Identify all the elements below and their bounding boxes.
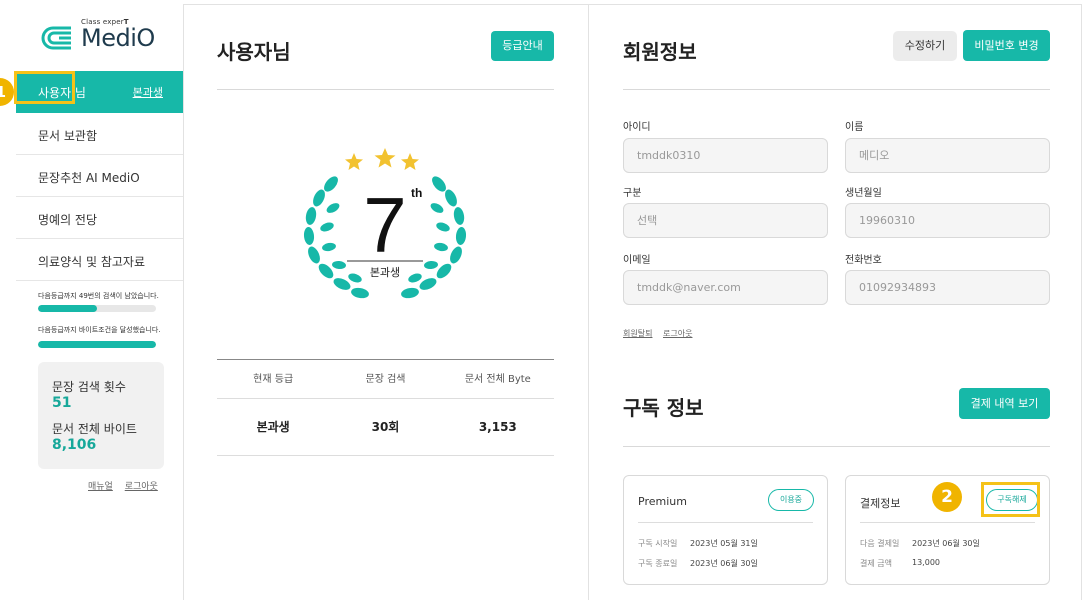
category-select[interactable]: 선택 xyxy=(623,203,828,238)
divider xyxy=(217,89,554,90)
bytes-label: 문서 전체 바이트 xyxy=(52,422,137,436)
birth-field[interactable]: 19960310 xyxy=(845,203,1050,238)
birth-label: 생년월일 xyxy=(845,188,882,199)
search-count-value: 51 xyxy=(52,395,72,411)
bytes-value: 8,106 xyxy=(52,437,97,453)
sidebar-links: 매뉴얼 로그아웃 xyxy=(88,479,158,492)
laurel-left-icon xyxy=(303,176,369,299)
divider xyxy=(638,522,813,523)
emblem-suffix: th xyxy=(411,186,422,200)
sidebar-item-label: 의료양식 및 참고자료 xyxy=(38,255,145,269)
id-field[interactable]: tmddk0310 xyxy=(623,138,828,173)
search-progress-label: 다음등급까지 49번의 검색이 남았습니다. xyxy=(38,292,159,300)
member-logout-link[interactable]: 로그아웃 xyxy=(663,329,692,338)
withdraw-link[interactable]: 회원탈퇴 xyxy=(623,329,652,338)
bytes-progress-bar xyxy=(38,341,156,348)
logo[interactable]: Class experT MediO xyxy=(41,18,171,58)
amount-label: 결제 금액 xyxy=(860,559,892,568)
sidebar-item-label: 문장추천 AI MediO xyxy=(38,171,140,185)
edit-button[interactable]: 수정하기 xyxy=(893,31,957,61)
sidebar-logout-link[interactable]: 로그아웃 xyxy=(125,482,158,492)
manual-link[interactable]: 매뉴얼 xyxy=(88,482,113,492)
table-header: 현재 등급 xyxy=(253,374,294,385)
table-header: 문장 검색 xyxy=(365,374,406,385)
payment-title: 결제정보 xyxy=(860,497,901,510)
profile-title: 사용자님 xyxy=(217,40,291,64)
phone-label: 전화번호 xyxy=(845,255,882,266)
name-label: 이름 xyxy=(845,122,864,133)
step-badge-1: 1 xyxy=(0,78,14,106)
grade-table: 현재 등급 문장 검색 문서 전체 Byte 본과생 30회 3,153 xyxy=(217,359,554,456)
logo-text: MediO xyxy=(81,24,155,52)
member-links: 회원탈퇴 로그아웃 xyxy=(623,328,700,339)
search-count-label: 문장 검색 횟수 xyxy=(52,380,126,394)
amount-value: 13,000 xyxy=(912,558,940,567)
star-icon xyxy=(345,148,419,170)
emblem-number: 7 xyxy=(363,181,406,269)
payment-history-button[interactable]: 결제 내역 보기 xyxy=(959,388,1050,419)
search-progress-bar xyxy=(38,305,156,312)
search-progress-fill xyxy=(38,305,97,312)
sidebar-item-hall-of-fame[interactable]: 명예의 전당 xyxy=(16,197,183,239)
email-field[interactable]: tmddk@naver.com xyxy=(623,270,828,305)
category-label: 구분 xyxy=(623,188,642,199)
grade-emblem: 7 th 본과생 xyxy=(303,148,467,299)
sidebar-item-ai-recommend[interactable]: 문장추천 AI MediO xyxy=(16,155,183,197)
end-date-value: 2023년 06월 30일 xyxy=(690,559,758,568)
table-header-row: 현재 등급 문장 검색 문서 전체 Byte xyxy=(217,359,554,399)
divider xyxy=(860,522,1035,523)
plan-status-badge: 이용중 xyxy=(768,489,814,511)
table-row: 본과생 30회 3,153 xyxy=(217,399,554,456)
divider xyxy=(623,446,1050,447)
profile-panel: 사용자님 등급안내 7 th 본과생 현재 등급 문장 검색 문서 전체 Byt… xyxy=(184,4,589,600)
highlight-annotation-1 xyxy=(14,71,75,104)
step-badge-2: 2 xyxy=(932,482,962,512)
bytes-progress-label: 다음등급까지 바이트조건을 달성했습니다. xyxy=(38,326,161,334)
next-payment-value: 2023년 06월 30일 xyxy=(912,539,980,548)
grade-guide-button[interactable]: 등급안내 xyxy=(491,31,554,61)
current-grade-value: 본과생 xyxy=(256,420,290,434)
highlight-annotation-2 xyxy=(981,482,1040,517)
member-title: 회원정보 xyxy=(623,40,697,64)
sidebar-item-label: 명예의 전당 xyxy=(38,213,98,227)
id-label: 아이디 xyxy=(623,122,651,133)
next-payment-label: 다음 결제일 xyxy=(860,539,900,548)
name-field[interactable]: 메디오 xyxy=(845,138,1050,173)
table-header: 문서 전체 Byte xyxy=(464,374,531,385)
email-label: 이메일 xyxy=(623,255,651,266)
sidebar-item-medical-forms[interactable]: 의료양식 및 참고자료 xyxy=(16,239,183,281)
plan-name: Premium xyxy=(638,495,687,508)
bytes-progress-fill xyxy=(38,341,156,348)
phone-field[interactable]: 01092934893 xyxy=(845,270,1050,305)
divider xyxy=(623,89,1050,90)
search-count-cell: 30회 xyxy=(371,420,400,434)
start-date-value: 2023년 05월 31일 xyxy=(690,539,758,548)
subscription-title: 구독 정보 xyxy=(623,396,704,420)
plan-card: Premium 이용중 구독 시작일 2023년 05월 31일 구독 종료일 … xyxy=(623,475,828,585)
start-date-label: 구독 시작일 xyxy=(638,539,678,548)
sidebar-item-documents[interactable]: 문서 보관함 xyxy=(16,113,183,155)
change-password-button[interactable]: 비밀번호 변경 xyxy=(963,30,1050,61)
end-date-label: 구독 종료일 xyxy=(638,559,678,568)
stats-box: 문장 검색 횟수 51 문서 전체 바이트 8,106 xyxy=(38,362,164,469)
emblem-label: 본과생 xyxy=(370,266,400,279)
sidebar-item-label: 문서 보관함 xyxy=(38,129,98,143)
total-bytes-cell: 3,153 xyxy=(478,420,517,434)
logo-mark-icon xyxy=(41,26,71,50)
sidebar-user-grade-link[interactable]: 본과생 xyxy=(133,84,163,100)
